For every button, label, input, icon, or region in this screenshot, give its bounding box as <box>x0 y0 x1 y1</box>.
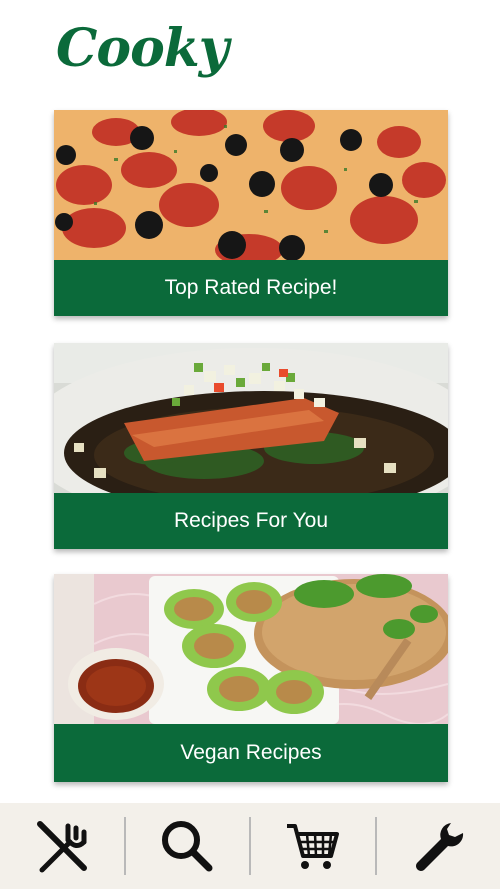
top-rated-recipe-label: Top Rated Recipe! <box>54 260 448 316</box>
bottom-navigation <box>0 803 500 889</box>
fork-knife-icon <box>36 821 87 873</box>
app-logo: Cooky <box>56 18 229 79</box>
nav-search-button[interactable] <box>126 803 250 889</box>
vegan-recipes-label: Vegan Recipes <box>54 724 448 782</box>
lettuce-wraps-photo <box>54 574 448 724</box>
recipes-for-you-label: Recipes For You <box>54 493 448 549</box>
search-icon <box>162 821 213 872</box>
cart-icon <box>286 824 339 869</box>
recipes-for-you-card[interactable]: Recipes For You <box>54 343 448 549</box>
vegan-recipes-card[interactable]: Vegan Recipes <box>54 574 448 782</box>
nav-recipes-button[interactable] <box>0 803 124 889</box>
top-rated-recipe-card[interactable]: Top Rated Recipe! <box>54 110 448 316</box>
wrench-icon <box>416 823 464 871</box>
nav-cart-button[interactable] <box>251 803 375 889</box>
salmon-salsa-plate-photo <box>54 343 448 493</box>
nav-settings-button[interactable] <box>377 803 500 889</box>
pepperoni-olive-pizza-photo <box>54 110 448 260</box>
